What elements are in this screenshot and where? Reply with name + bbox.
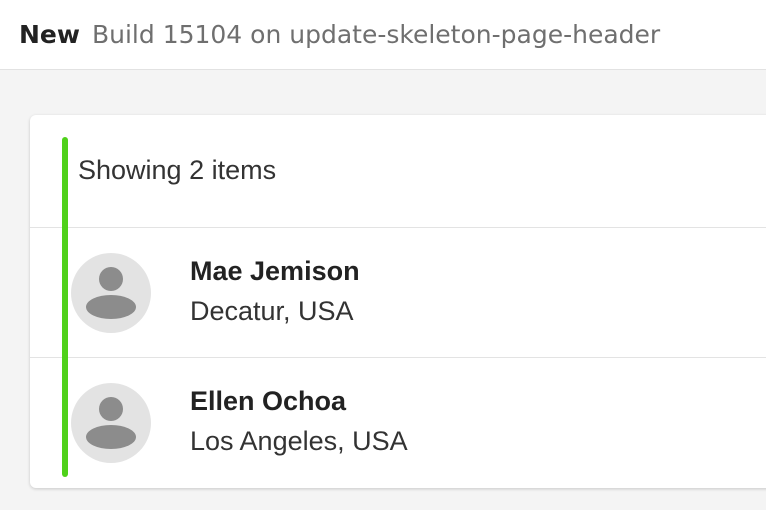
list-header: Showing 2 items [30, 115, 766, 228]
list-item[interactable]: Mae Jemison Decatur, USA [30, 228, 766, 358]
focus-accent-bar [62, 137, 68, 477]
item-count-text: Showing 2 items [78, 155, 277, 185]
item-location: Los Angeles, USA [190, 426, 408, 456]
build-header: New Build 15104 on update-skeleton-page-… [0, 0, 766, 70]
person-icon [71, 383, 151, 463]
list-item[interactable]: Ellen Ochoa Los Angeles, USA [30, 358, 766, 488]
item-location: Decatur, USA [190, 296, 354, 326]
build-title: Build 15104 on update-skeleton-page-head… [91, 20, 661, 49]
items-card: Showing 2 items Mae Jemison Decatur, USA… [30, 115, 766, 488]
build-status-label: New [19, 20, 80, 49]
person-icon [71, 253, 151, 333]
item-name: Mae Jemison [190, 256, 360, 286]
item-name: Ellen Ochoa [190, 386, 347, 416]
